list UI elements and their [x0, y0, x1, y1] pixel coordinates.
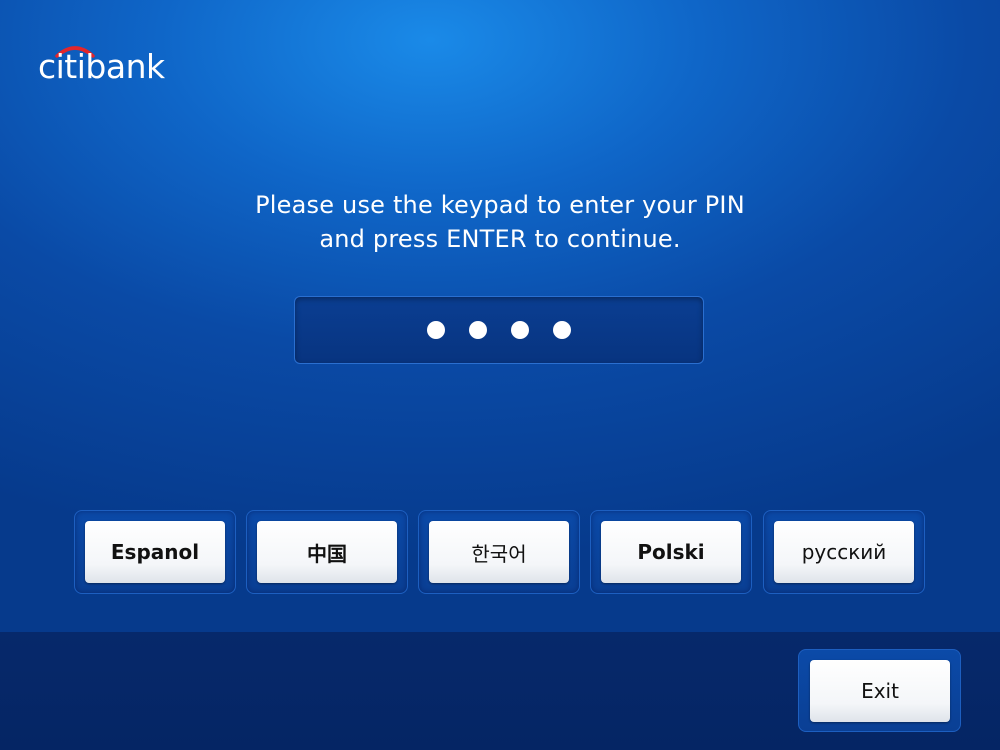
pin-dot — [511, 321, 529, 339]
citibank-logo: citibank — [38, 44, 178, 84]
instruction-line-2: and press ENTER to continue. — [319, 225, 681, 253]
pin-dot — [427, 321, 445, 339]
exit-button[interactable]: Exit — [810, 660, 950, 722]
language-button-espanol[interactable]: Espanol — [85, 521, 225, 583]
language-button-russian[interactable]: русский — [774, 521, 914, 583]
language-button-polski[interactable]: Polski — [601, 521, 741, 583]
pin-instruction: Please use the keypad to enter your PIN … — [150, 188, 850, 256]
pin-dot — [469, 321, 487, 339]
language-button-frame: 한국어 — [418, 510, 580, 594]
language-button-frame: русский — [763, 510, 925, 594]
language-button-frame: Polski — [590, 510, 752, 594]
language-button-frame: Espanol — [74, 510, 236, 594]
brand-name: citibank — [38, 47, 165, 86]
instruction-line-1: Please use the keypad to enter your PIN — [255, 191, 745, 219]
language-button-chinese[interactable]: 中国 — [257, 521, 397, 583]
language-button-frame: 中国 — [246, 510, 408, 594]
pin-dot — [553, 321, 571, 339]
language-selector: Espanol 中国 한국어 Polski русский — [74, 510, 926, 594]
language-button-korean[interactable]: 한국어 — [429, 521, 569, 583]
atm-screen: citibank Please use the keypad to enter … — [0, 0, 1000, 750]
exit-button-frame: Exit — [798, 649, 961, 732]
pin-entry-field[interactable] — [294, 296, 704, 364]
